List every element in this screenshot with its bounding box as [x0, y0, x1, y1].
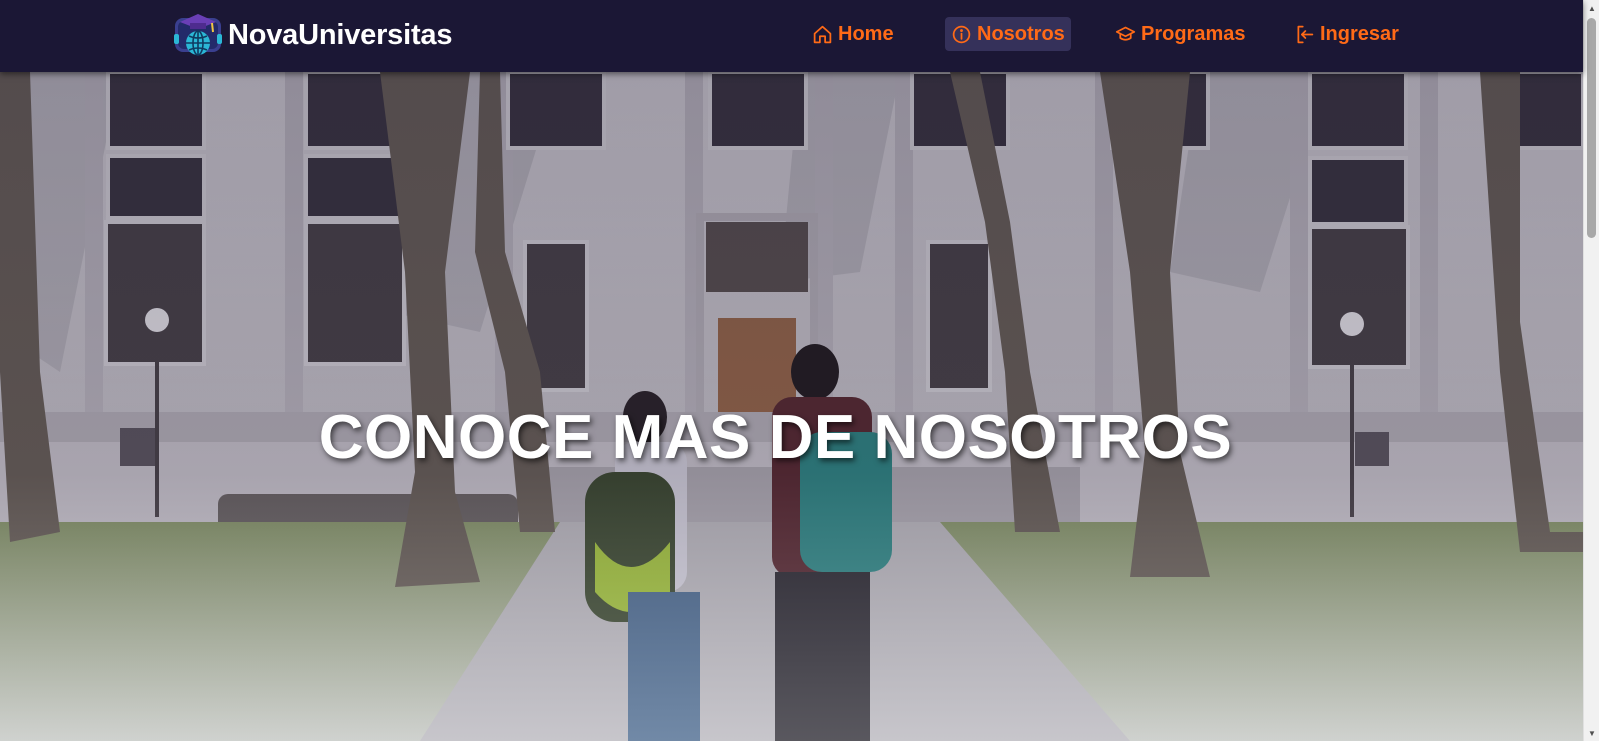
nav-item-home[interactable]: Home	[806, 17, 900, 51]
navbar: NovaUniversitas Home Nosotros Programas	[0, 0, 1583, 72]
nav-item-ingresar[interactable]: Ingresar	[1288, 17, 1405, 51]
hero-title: CONOCE MAS DE NOSOTROS	[318, 403, 1233, 472]
home-icon	[813, 25, 832, 43]
globe-graduation-cap-icon	[174, 14, 222, 56]
scroll-down-arrow-icon[interactable]: ▼	[1584, 725, 1599, 741]
main-nav: Home Nosotros Programas Ingresar	[806, 17, 1399, 51]
info-circle-icon	[952, 25, 971, 43]
nav-item-label: Programas	[1141, 22, 1246, 45]
page-scrollbar[interactable]: ▲ ▼	[1583, 0, 1599, 741]
nav-item-label: Ingresar	[1320, 22, 1399, 45]
nav-item-nosotros[interactable]: Nosotros	[945, 17, 1071, 51]
scrollbar-thumb[interactable]	[1587, 18, 1596, 238]
graduation-cap-icon	[1115, 26, 1136, 41]
hero-section: CONOCE MAS DE NOSOTROS	[0, 72, 1583, 741]
brand[interactable]: NovaUniversitas	[172, 10, 452, 60]
nav-item-programas[interactable]: Programas	[1109, 17, 1252, 51]
nav-item-label: Nosotros	[977, 22, 1065, 45]
scroll-up-arrow-icon[interactable]: ▲	[1584, 0, 1599, 16]
brand-name: NovaUniversitas	[228, 18, 453, 51]
login-icon	[1297, 25, 1314, 43]
nav-item-label: Home	[838, 22, 894, 45]
